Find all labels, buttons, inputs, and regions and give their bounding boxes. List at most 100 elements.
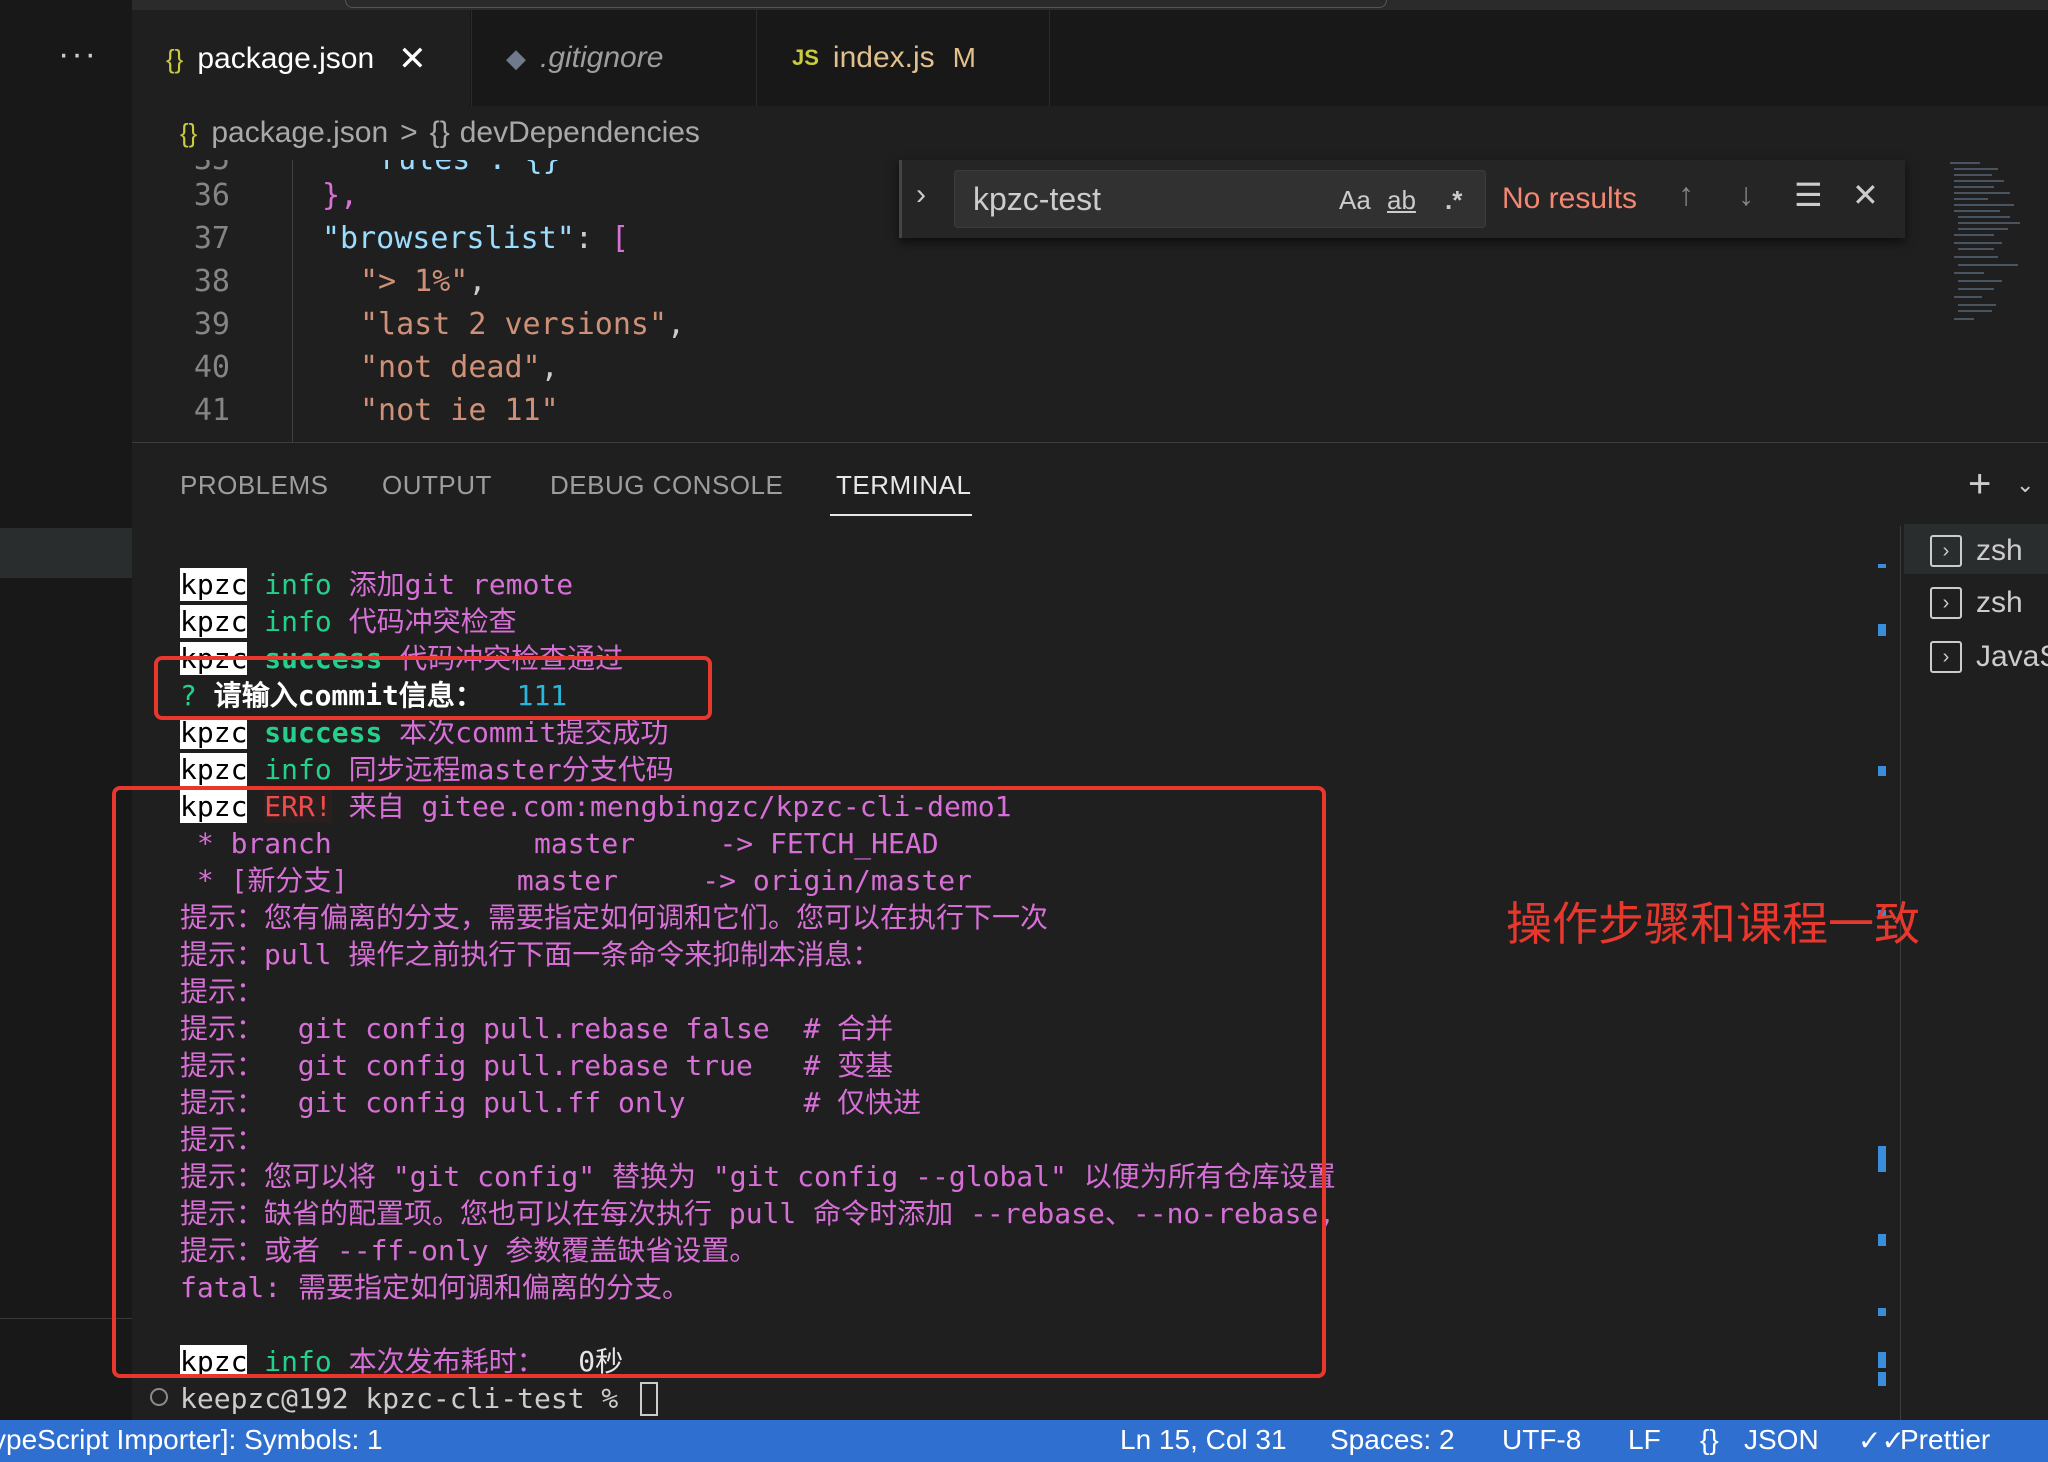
- json-file-icon: {}: [166, 43, 184, 74]
- tab-debug-console[interactable]: DEBUG CONSOLE: [550, 470, 783, 501]
- braces-icon: {}: [1700, 1424, 1719, 1455]
- close-icon[interactable]: ✕: [1852, 176, 1879, 214]
- status-encoding[interactable]: UTF-8: [1502, 1424, 1581, 1456]
- terminal-item[interactable]: › zsh: [1930, 580, 2023, 626]
- code-line: 38 "> 1%",: [132, 260, 1932, 303]
- find-status: No results: [1502, 182, 1638, 215]
- terminal-icon: ›: [1930, 587, 1962, 619]
- ellipsis-icon[interactable]: ···: [58, 37, 98, 82]
- line-number: 39: [193, 307, 230, 342]
- tab-problems[interactable]: PROBLEMS: [180, 470, 329, 501]
- json-key: "browserslist": [322, 221, 575, 256]
- status-formatter[interactable]: Prettier: [1900, 1424, 1990, 1456]
- tab-output[interactable]: OUTPUT: [382, 470, 492, 501]
- minimap[interactable]: [1942, 160, 2048, 340]
- line-number: 41: [193, 393, 230, 428]
- terminal-icon: ›: [1930, 641, 1962, 673]
- breadcrumb-section[interactable]: devDependencies: [460, 116, 700, 150]
- terminal-icon: ›: [1930, 535, 1962, 567]
- command-center[interactable]: [345, 0, 1387, 8]
- json-string: "last 2 versions": [360, 307, 668, 342]
- shell-prompt: keepzc@192 kpzc-cli-test %: [180, 1382, 636, 1415]
- annotation-box-commit: [154, 656, 712, 720]
- brand-label: kpzc: [180, 605, 248, 638]
- terminal-line: kpzc info 代码冲突检查: [180, 603, 517, 640]
- log-message: 代码冲突检查: [331, 605, 517, 638]
- breadcrumb-file[interactable]: package.json: [211, 116, 388, 150]
- tab-terminal[interactable]: TERMINAL: [836, 470, 971, 501]
- check-all-icon: ✓✓: [1858, 1425, 1905, 1456]
- code-text: "not dead",: [360, 350, 559, 385]
- tab-package-json[interactable]: {} package.json ✕: [132, 10, 470, 106]
- line-number: 37: [193, 221, 230, 256]
- terminal-line: kpzc info 同步远程master分支代码: [180, 751, 674, 788]
- tab-label: package.json: [197, 42, 375, 75]
- whole-word-icon[interactable]: ab: [1387, 185, 1416, 216]
- arrow-down-icon[interactable]: ↓: [1738, 176, 1754, 213]
- tab-gitignore[interactable]: ◆ .gitignore: [471, 10, 757, 106]
- sidebar-selected-row[interactable]: [0, 528, 132, 578]
- plus-icon[interactable]: +: [1968, 462, 1991, 507]
- js-file-icon: JS: [792, 45, 819, 70]
- breadcrumb-separator: >: [400, 116, 418, 149]
- brand-label: kpzc: [180, 568, 248, 601]
- line-number: 40: [193, 350, 230, 385]
- status-indentation[interactable]: Spaces: 2: [1330, 1424, 1455, 1456]
- annotation-box-error: [112, 786, 1326, 1378]
- regex-icon[interactable]: .*: [1445, 185, 1462, 216]
- code-line: 41 "not ie 11": [132, 389, 1932, 432]
- arrow-up-icon[interactable]: ↑: [1678, 176, 1694, 213]
- log-level: info: [264, 605, 332, 638]
- active-tab-indicator: [830, 514, 972, 516]
- terminal-item-label: zsh: [1976, 534, 2023, 567]
- json-comma: ,: [667, 307, 686, 342]
- log-level: info: [264, 753, 332, 786]
- line-number: 36: [193, 178, 230, 213]
- terminal-cursor: [640, 1382, 658, 1416]
- git-file-icon: ◆: [506, 42, 526, 73]
- log-level: success: [264, 716, 383, 749]
- json-string: "not dead": [360, 350, 541, 385]
- match-case-icon[interactable]: Aa: [1339, 185, 1371, 216]
- close-icon[interactable]: ✕: [398, 39, 427, 79]
- indent-guide: [292, 160, 293, 442]
- tab-label: .gitignore: [540, 41, 664, 74]
- status-language[interactable]: JSON: [1744, 1424, 1819, 1456]
- breadcrumb: {} package.json > {} devDependencies: [132, 106, 2048, 160]
- tab-label: index.js: [832, 41, 935, 74]
- log-level: info: [264, 568, 332, 601]
- json-comma: ,: [540, 350, 559, 385]
- code-text: "browserslist": [: [322, 221, 629, 256]
- annotation-text: 操作步骤和课程一致: [1506, 897, 1920, 951]
- find-input-value: kpzc-test: [973, 181, 1102, 217]
- json-string: "> 1%": [360, 264, 469, 299]
- json-comma: ,: [468, 264, 487, 299]
- line-number: 38: [193, 264, 230, 299]
- terminal-line: kpzc info 添加git remote: [180, 566, 573, 603]
- find-input[interactable]: kpzc-test Aa ab .*: [954, 170, 1486, 228]
- prompt-status-icon: [150, 1388, 168, 1406]
- modified-badge: M: [952, 42, 976, 73]
- code-text: "last 2 versions",: [360, 307, 685, 342]
- find-in-selection-icon[interactable]: ☰: [1794, 176, 1823, 214]
- terminal-item[interactable]: › zsh: [1930, 528, 2023, 574]
- status-eol[interactable]: LF: [1628, 1424, 1661, 1456]
- status-bar: ypeScript Importer]: Symbols: 1 Ln 15, C…: [0, 1420, 2048, 1462]
- status-extension-info[interactable]: ypeScript Importer]: Symbols: 1: [0, 1424, 383, 1456]
- json-string: "not ie 11": [360, 393, 559, 428]
- brand-label: kpzc: [180, 753, 248, 786]
- chevron-down-icon[interactable]: ⌄: [2016, 472, 2034, 498]
- terminal-item-label: JavaS: [1976, 640, 2048, 673]
- chevron-right-icon[interactable]: ›: [916, 178, 926, 212]
- brand-label: kpzc: [180, 716, 248, 749]
- code-line: 40 "not dead",: [132, 346, 1932, 389]
- code-text: },: [322, 178, 359, 213]
- log-message: 本次commit提交成功: [382, 716, 669, 749]
- log-message: 添加git remote: [331, 568, 574, 601]
- find-widget: › kpzc-test Aa ab .* No results ↑ ↓ ☰ ✕: [899, 160, 1905, 238]
- json-bracket: [: [611, 221, 630, 256]
- tab-index-js[interactable]: JS index.js M: [758, 10, 1050, 106]
- terminal-item-label: zsh: [1976, 586, 2023, 619]
- status-cursor-position[interactable]: Ln 15, Col 31: [1120, 1424, 1287, 1456]
- terminal-item[interactable]: › JavaS: [1930, 634, 2048, 680]
